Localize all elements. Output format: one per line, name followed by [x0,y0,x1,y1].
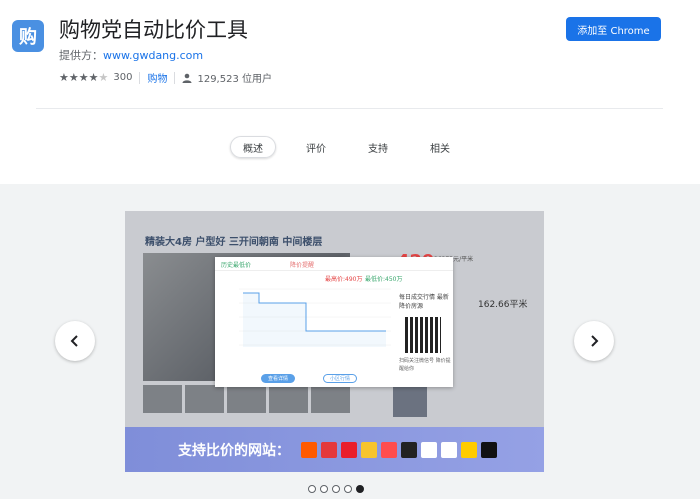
thumbnail [311,385,350,413]
diamond-logo [441,442,457,458]
slide-dot-2[interactable] [320,485,328,493]
add-to-chrome-button[interactable]: 添加至 Chrome [566,17,661,41]
rating-count[interactable]: 300 [113,72,132,83]
vip-logo [381,442,397,458]
price-history-popup: 历史最低价 降价提醒 最高价:490万 最低价:450万 每日成交行情 最新降价… [215,257,453,387]
listing-thumbnails [143,385,350,413]
provider-label: 提供方： [59,49,103,62]
chevron-left-icon [70,335,78,347]
supported-sites-banner: 支持比价的网站： [125,427,544,472]
slide-dot-5[interactable] [356,485,364,493]
meta-divider [174,71,176,84]
slide-dot-4[interactable] [344,485,352,493]
slide-dot-1[interactable] [308,485,316,493]
extension-title: 购物党自动比价工具 [59,18,248,42]
jd-logo [321,442,337,458]
tab-related[interactable]: 相关 [418,136,462,158]
star-icon: ★ [59,71,69,84]
listing-area: 162.66平米 [478,300,528,310]
star-icon: ★ [68,71,79,84]
agent-photo [393,383,427,417]
extension-app-icon: 购 [12,20,44,52]
thumbnail [185,385,224,413]
chevron-right-icon [591,335,599,347]
tmall-logo [341,442,357,458]
detail-tabs: 概述 评价 支持 相关 [230,136,480,158]
slide-indicators [308,485,364,493]
thumbnail [143,385,182,413]
qr-caption: 扫码关注微信号 降价提醒给你 [399,358,451,372]
screenshot-gallery: 精装大4房 户型好 三开间朝南 中间楼层 429 26375元/平米 162.6… [0,184,700,499]
qr-code [405,317,441,353]
listing-title: 精装大4房 户型好 三开间朝南 中间楼层 [145,237,323,248]
tab-reviews[interactable]: 评价 [294,136,338,158]
popup-tab-history[interactable]: 历史最低价 [221,260,251,269]
extension-header: 购 购物党自动比价工具 提供方：www.gwdang.com ★★★★★ 300… [0,0,700,108]
slide-dot-3[interactable] [332,485,340,493]
tab-support[interactable]: 支持 [356,136,400,158]
site-logo [461,442,477,458]
gallery-screenshot: 精装大4房 户型好 三开间朝南 中间楼层 429 26375元/平米 162.6… [125,211,544,472]
popup-header: 历史最低价 降价提醒 [215,257,453,271]
user-count: 129,523 位用户 [197,74,272,85]
rating-stars: ★★★★★ [59,71,108,84]
next-slide-button[interactable] [574,321,614,361]
meta-row: ★★★★★ 300 购物 129,523 位用户 [59,70,272,85]
thumbnail [227,385,266,413]
tab-overview[interactable]: 概述 [230,136,276,158]
header-divider [36,108,663,109]
banner-text: 支持比价的网站： [178,443,290,459]
previous-slide-button[interactable] [55,321,95,361]
star-icon: ★ [78,71,89,84]
provider-link[interactable]: www.gwdang.com [103,49,203,62]
amazon-logo [401,442,417,458]
popup-detail-button[interactable]: 查看详情 [261,374,295,383]
thumbnail [269,385,308,413]
site-logos [301,442,497,458]
meta-divider [139,71,141,84]
provider-line: 提供方：www.gwdang.com [59,47,203,63]
star-half-icon: ★ [88,71,99,84]
price-history-chart [239,288,391,347]
taobao-logo [301,442,317,458]
site-logo [481,442,497,458]
house-logo [421,442,437,458]
user-icon [182,73,192,83]
popup-market-button[interactable]: 小区行情 [323,374,357,383]
popup-tab-alert[interactable]: 降价提醒 [290,260,314,269]
category-link[interactable]: 购物 [147,70,167,85]
suning-logo [361,442,377,458]
star-empty-icon: ★ [98,71,109,84]
qr-promo-text: 每日成交行情 最新降价房源 [399,294,449,310]
